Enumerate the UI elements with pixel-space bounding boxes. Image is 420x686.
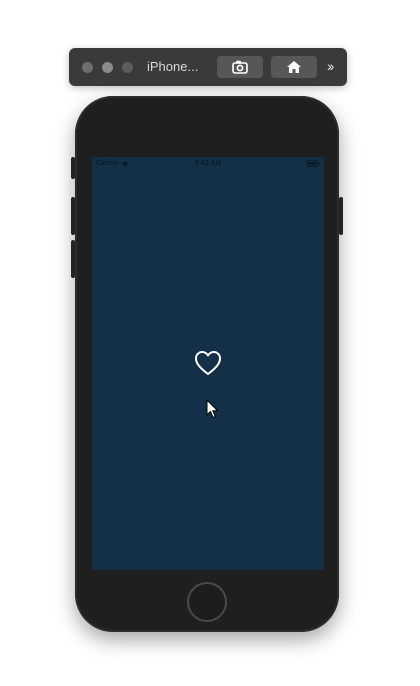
screenshot-button[interactable] [217,56,263,78]
status-time: 3:42 AM [194,160,222,167]
home-icon [287,61,301,73]
more-toolbar-items-button[interactable]: ›› [327,58,334,74]
zoom-window-button[interactable] [122,62,133,73]
power-button[interactable] [339,197,343,235]
device-home-button[interactable] [187,582,227,622]
heart-outline-icon[interactable] [194,350,222,376]
close-window-button[interactable] [82,62,93,73]
simulator-toolbar: iPhone... ›› [69,48,347,86]
minimize-window-button[interactable] [102,62,113,73]
status-bar: Carrier 3:42 AM [92,157,324,171]
mouse-pointer-icon [206,399,218,418]
window-title: iPhone... [147,59,199,74]
camera-icon [232,60,248,74]
device-screen[interactable]: Carrier 3:42 AM [92,157,324,570]
battery-icon [306,160,320,167]
home-button-toolbar[interactable] [271,56,317,78]
simulator-window: iPhone... ›› Carrier 3:42 AM [0,0,420,686]
